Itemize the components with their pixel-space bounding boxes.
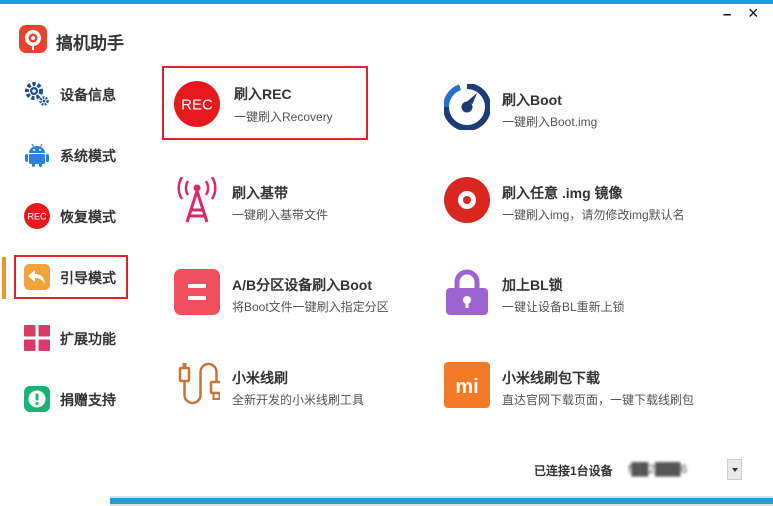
card-title: 刷入REC (234, 86, 292, 102)
card-description: 将Boot文件一键刷入指定分区 (232, 300, 389, 314)
card-title: 小米线刷包下载 (502, 370, 600, 386)
card-title: 刷入任意 .img 镜像 (502, 185, 623, 201)
card-ab-partition-boot[interactable]: A/B分区设备刷入Boot 将Boot文件一键刷入指定分区 (162, 264, 389, 320)
top-accent-bar (0, 0, 773, 4)
card-title: 小米线刷 (232, 370, 288, 386)
antenna-icon (177, 177, 217, 223)
card-flash-rec[interactable]: REC 刷入REC 一键刷入Recovery (162, 66, 368, 140)
sidebar-item-recovery-mode[interactable]: REC 恢复模式 (14, 194, 128, 238)
chevron-down-icon[interactable] (727, 459, 742, 480)
card-title: 刷入Boot (502, 92, 562, 108)
gear-icon (25, 82, 49, 106)
sidebar-item-label: 设备信息 (60, 87, 116, 103)
rec-icon-text: REC (181, 97, 213, 114)
card-description: 一键刷入Boot.img (502, 115, 598, 129)
app-logo-icon (19, 25, 47, 53)
device-select-value: f██2███6 (628, 462, 688, 476)
card-mi-flash[interactable]: 小米线刷 全新开发的小米线刷工具 (162, 357, 372, 413)
rec-icon-text: REC (27, 212, 47, 222)
lock-icon (446, 269, 488, 315)
app-title: 搞机助手 (56, 34, 124, 53)
card-description: 一键让设备BL重新上锁 (502, 300, 625, 314)
rec-icon: REC (174, 81, 220, 127)
card-title: 刷入基带 (232, 185, 288, 201)
mi-icon-text: mi (455, 376, 478, 398)
sidebar-item-label: 扩展功能 (60, 331, 116, 347)
minimize-button[interactable]: – (723, 7, 731, 22)
active-nav-indicator (2, 257, 6, 299)
sidebar-item-extensions[interactable]: 扩展功能 (14, 316, 128, 360)
info-icon (24, 386, 50, 412)
card-description: 全新开发的小米线刷工具 (232, 393, 365, 407)
grid-icon (24, 325, 50, 351)
sidebar-item-label: 恢复模式 (60, 209, 116, 225)
card-mi-rom-download[interactable]: mi 小米线刷包下载 直达官网下载页面，一键下载线刷包 (432, 357, 694, 413)
usb-cable-icon (178, 362, 220, 405)
card-title: 加上BL锁 (502, 277, 563, 293)
android-icon (25, 143, 49, 167)
partition-icon (174, 269, 220, 315)
mi-icon: mi (444, 362, 490, 408)
disc-icon (444, 177, 490, 223)
sidebar-item-label: 引导模式 (60, 270, 116, 286)
sidebar-item-system-mode[interactable]: 系统模式 (14, 133, 128, 177)
sidebar-item-device-info[interactable]: 设备信息 (14, 72, 128, 116)
card-flash-any-img[interactable]: 刷入任意 .img 镜像 一键刷入img，请勿修改img默认名 (432, 172, 685, 228)
device-select[interactable]: f██2███6 (626, 459, 742, 480)
card-description: 直达官网下载页面，一键下载线刷包 (502, 393, 695, 407)
sidebar-item-donate[interactable]: 捐赠支持 (14, 377, 128, 421)
card-flash-baseband[interactable]: 刷入基带 一键刷入基带文件 (162, 172, 372, 228)
boot-icon (444, 84, 490, 130)
sidebar-item-label: 系统模式 (60, 148, 116, 164)
back-arrow-icon (24, 264, 50, 290)
card-description: 一键刷入Recovery (234, 110, 333, 124)
card-flash-boot[interactable]: 刷入Boot 一键刷入Boot.img (432, 79, 642, 135)
close-button[interactable]: × (748, 4, 759, 22)
sidebar-item-label: 捐赠支持 (60, 392, 116, 408)
sidebar-item-bootloader-mode[interactable]: 引导模式 (14, 255, 128, 299)
card-bl-lock[interactable]: 加上BL锁 一键让设备BL重新上锁 (432, 264, 642, 320)
card-title: A/B分区设备刷入Boot (232, 277, 372, 293)
rec-icon: REC (24, 203, 50, 229)
connection-status: 已连接1台设备 (534, 464, 613, 478)
card-description: 一键刷入img，请勿修改img默认名 (502, 208, 685, 222)
progress-bar (110, 496, 773, 506)
progress-fill (110, 498, 773, 504)
card-description: 一键刷入基带文件 (232, 208, 329, 222)
